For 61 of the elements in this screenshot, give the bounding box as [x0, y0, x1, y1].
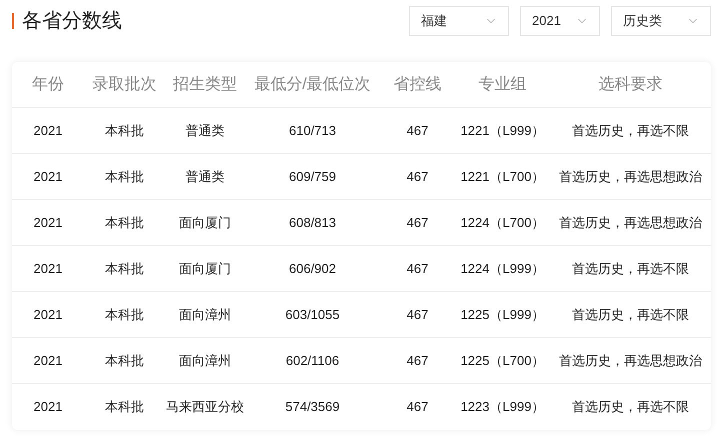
filter-select[interactable]: 福建 [409, 6, 509, 36]
table-cell-text: 首选历史，再选不限 [572, 122, 689, 140]
column-header: 招生类型 [173, 74, 237, 94]
table-cell-text: 2021 [34, 214, 62, 232]
table-cell-text: 面向漳州 [179, 352, 231, 370]
table-cell-text: 467 [406, 306, 428, 324]
column-header: 最低分/最低位次 [254, 74, 371, 94]
table-cell-text: 马来西亚分校 [166, 398, 244, 416]
table-cell-text: 1221（L999） [460, 122, 544, 140]
title-accent-bar [12, 13, 14, 29]
column-header: 录取批次 [92, 74, 156, 94]
table-cell-text: 467 [406, 260, 428, 278]
table-cell-text: 2021 [34, 352, 62, 370]
table-cell-text: 1223（L999） [460, 398, 544, 416]
filter-select[interactable]: 历史类 [611, 6, 711, 36]
table-cell-text: 1225（L999） [460, 306, 544, 324]
table-cell-text: 2021 [34, 398, 62, 416]
table-cell-text: 本科批 [105, 122, 144, 140]
table-cell-text: 面向厦门 [179, 260, 231, 278]
table-cell-text: 1225（L700） [460, 352, 544, 370]
table-cell-text: 面向漳州 [179, 306, 231, 324]
table-cell-text: 普通类 [186, 168, 224, 186]
table-cell-text: 2021 [34, 306, 62, 324]
table-cell-text: 首选历史，再选思想政治 [559, 168, 702, 186]
table-cell-text: 首选历史，再选思想政治 [559, 214, 702, 232]
table-cell-text: 首选历史，再选不限 [572, 398, 689, 416]
table-cell-text: 467 [406, 214, 428, 232]
table-cell-text: 467 [406, 398, 428, 416]
table-cell-text: 1224（L700） [460, 214, 544, 232]
column-header: 年份 [32, 74, 64, 94]
filter-select[interactable]: 2021 [520, 6, 600, 36]
table-cell-text: 602/1106 [286, 352, 340, 370]
page-title: 各省分数线 [22, 9, 122, 34]
table-cell-text: 610/713 [289, 122, 336, 140]
table-cell-text: 603/1055 [285, 306, 340, 324]
table-cell-text: 2021 [34, 122, 62, 140]
table-cell-text: 467 [406, 352, 428, 370]
table-cell-text: 普通类 [186, 122, 224, 140]
table-cell-text: 本科批 [105, 168, 144, 186]
table-cell-text: 本科批 [105, 352, 144, 370]
table-cell-text: 本科批 [105, 306, 144, 324]
table-cell-text: 首选历史，再选思想政治 [559, 352, 702, 370]
table-cell-text: 467 [406, 168, 428, 186]
table-cell-text: 606/902 [289, 260, 336, 278]
table-cell-text: 609/759 [289, 168, 336, 186]
table-cell-text: 本科批 [105, 398, 144, 416]
table-cell-text: 本科批 [105, 260, 144, 278]
column-header: 省控线 [394, 74, 442, 94]
table-cell-text: 574/3569 [285, 398, 340, 416]
table-cell-text: 2021 [34, 260, 62, 278]
column-header: 选科要求 [598, 74, 662, 94]
table-cell-text: 2021 [34, 168, 62, 186]
table-cell-text: 面向厦门 [179, 214, 231, 232]
table-cell-text: 1221（L700） [460, 168, 544, 186]
table-cell-text: 首选历史，再选不限 [572, 260, 689, 278]
table-cell-text: 467 [406, 122, 428, 140]
table-cell-text: 1224（L999） [460, 260, 544, 278]
table-cell-text: 608/813 [289, 214, 336, 232]
table-cell-text: 首选历史，再选不限 [572, 306, 689, 324]
table-cell-text: 本科批 [105, 214, 144, 232]
column-header: 专业组 [478, 74, 526, 94]
